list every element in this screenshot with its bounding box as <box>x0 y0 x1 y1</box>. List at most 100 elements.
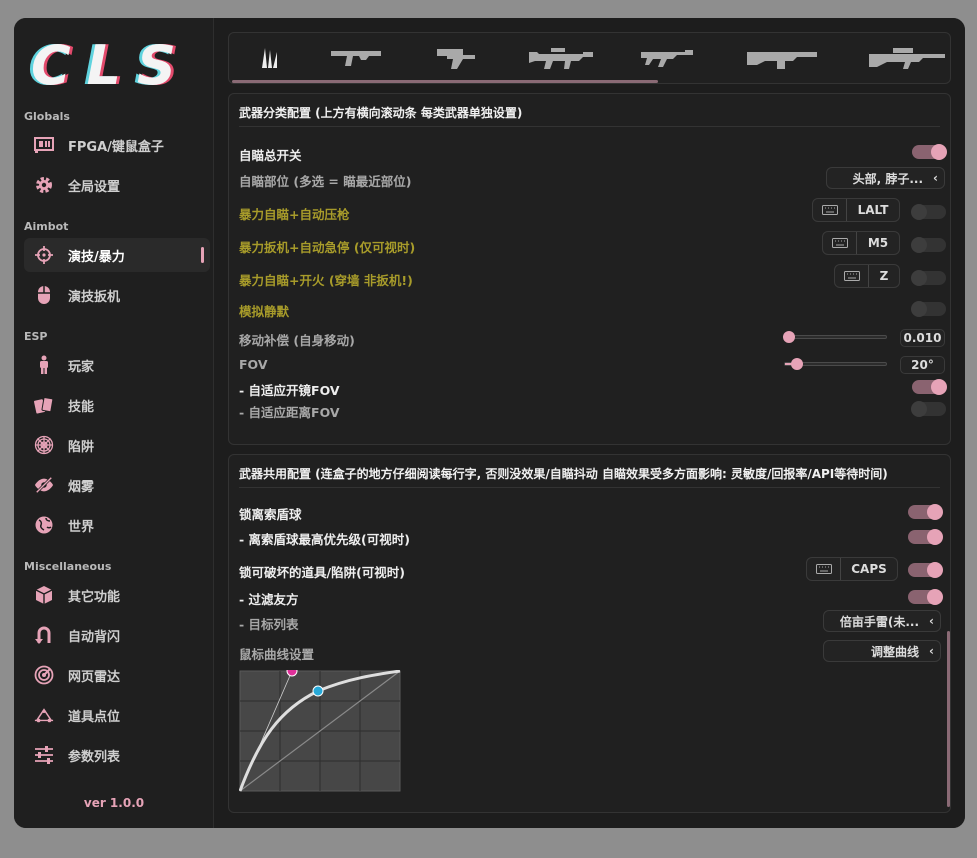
shield-priority-toggle[interactable] <box>908 529 943 545</box>
toggle-knob <box>931 379 947 395</box>
sidebar-item-rage-aim[interactable]: 演技/暴力 <box>24 238 210 272</box>
panel-title: 武器分类配置 (上方有横向滚动条 每类武器单独设置) <box>239 106 523 120</box>
mouse-curve-editor[interactable] <box>239 670 401 792</box>
shared-config-panel: 武器共用配置 (连盒子的地方仔细阅读每行字, 否则没效果/自瞄抖动 自瞄效果受多… <box>228 454 951 813</box>
move-comp-label: 移动补偿 (自身移动) <box>239 333 355 348</box>
adaptive-scope-toggle[interactable] <box>912 379 947 395</box>
sidebar-item-label: 道具点位 <box>68 709 121 725</box>
aim-master-toggle[interactable] <box>912 144 947 160</box>
person-icon <box>34 355 54 375</box>
slider-thumb[interactable] <box>783 331 795 343</box>
spiderweb-icon <box>34 435 54 455</box>
globe-icon <box>34 515 54 535</box>
adaptive-scope-label: - 自适应开镜FOV <box>239 383 340 398</box>
sidebar-item-web-radar[interactable]: 网页雷达 <box>24 658 210 692</box>
sidebar-item-label: 技能 <box>68 399 95 415</box>
sidebar-item-world[interactable]: 世界 <box>24 508 210 542</box>
version-label: ver 1.0.0 <box>83 796 145 810</box>
rage-fire-keybind[interactable]: Z <box>834 264 900 288</box>
eye-slash-icon <box>34 475 54 495</box>
rage-trigger-toggle[interactable] <box>911 237 946 253</box>
keyboard-icon <box>807 558 841 580</box>
rage-fire-toggle[interactable] <box>911 270 946 286</box>
target-list-select[interactable]: 倍亩手雷(未... ‹ <box>823 610 941 632</box>
curve-control-point[interactable] <box>286 670 298 677</box>
sidebar-item-other[interactable]: 其它功能 <box>24 578 210 612</box>
knife-icon[interactable] <box>249 45 289 71</box>
aim-bone-select[interactable]: 头部, 脖子... ‹ <box>826 167 945 189</box>
sidebar-item-global-settings[interactable]: 全局设置 <box>24 168 210 202</box>
fpga-card-icon <box>34 135 54 155</box>
main-content: 武器分类配置 (上方有横向滚动条 每类武器单独设置) 自瞄总开关 自瞄部位 (多… <box>215 18 965 828</box>
toggle-knob <box>927 589 943 605</box>
vertical-scrollbar[interactable] <box>947 631 950 807</box>
section-title-globals: Globals <box>24 110 70 123</box>
section-title-aimbot: Aimbot <box>24 220 69 233</box>
rage-fire-label: 暴力自瞄+开火 (穿墙 非扳机!) <box>239 273 413 288</box>
pistol-icon[interactable] <box>329 45 385 71</box>
smg-icon[interactable] <box>527 45 595 71</box>
keyboard-icon <box>835 265 869 287</box>
target-list-label: - 目标列表 <box>239 617 299 632</box>
filter-team-toggle[interactable] <box>908 589 943 605</box>
rage-aim-keybind[interactable]: LALT <box>812 198 900 222</box>
rifle-icon[interactable] <box>639 45 695 71</box>
sidebar-item-smoke[interactable]: 烟雾 <box>24 468 210 502</box>
crosshair-icon <box>34 245 54 265</box>
aim-bone-label: 自瞄部位 (多选 = 瞄最近部位) <box>239 174 412 189</box>
sidebar-item-traps[interactable]: 陷阱 <box>24 428 210 462</box>
adaptive-distance-label: - 自适应距离FOV <box>239 405 340 420</box>
toggle-knob <box>927 529 943 545</box>
lock-shield-toggle[interactable] <box>908 504 943 520</box>
rage-trigger-label: 暴力扳机+自动急停 (仅可视时) <box>239 240 416 255</box>
rage-trigger-keybind[interactable]: M5 <box>822 231 900 255</box>
app-window: CLS CLS CLS Globals FPGA/键鼠盒子 全局设置 Aimbo… <box>14 18 965 828</box>
shotgun-icon[interactable] <box>745 45 819 71</box>
sidebar-item-skills[interactable]: 技能 <box>24 388 210 422</box>
radar-icon <box>34 665 54 685</box>
panel-title: 武器共用配置 (连盒子的地方仔细阅读每行字, 否则没效果/自瞄抖动 自瞄效果受多… <box>239 467 888 481</box>
divider <box>239 487 940 488</box>
sidebar-item-auto-turn[interactable]: 自动背闪 <box>24 618 210 652</box>
toggle-knob <box>911 237 927 253</box>
keyboard-icon <box>823 232 857 254</box>
sidebar-item-prop-points[interactable]: 道具点位 <box>24 698 210 732</box>
silent-toggle[interactable] <box>911 301 946 317</box>
weapon-category-panel: 武器分类配置 (上方有横向滚动条 每类武器单独设置) 自瞄总开关 自瞄部位 (多… <box>228 93 951 445</box>
sidebar-item-fpga[interactable]: FPGA/键鼠盒子 <box>24 128 210 162</box>
sidebar-item-label: 演技/暴力 <box>68 249 125 265</box>
toggle-knob <box>927 562 943 578</box>
move-comp-slider[interactable] <box>783 331 887 343</box>
sliders-icon <box>34 745 54 765</box>
map-point-icon <box>34 705 54 725</box>
sidebar-item-label: 网页雷达 <box>68 669 121 685</box>
rage-aim-toggle[interactable] <box>911 204 946 220</box>
toggle-knob <box>911 270 927 286</box>
sidebar-item-trigger[interactable]: 演技扳机 <box>24 278 210 312</box>
filter-team-label: - 过滤友方 <box>239 592 299 607</box>
sidebar-item-players[interactable]: 玩家 <box>24 348 210 382</box>
sidebar-item-label: FPGA/键鼠盒子 <box>68 139 164 155</box>
curve-point[interactable] <box>312 685 324 697</box>
revolver-icon[interactable] <box>435 45 477 71</box>
fov-slider[interactable] <box>784 358 887 370</box>
sniper-icon[interactable] <box>867 45 947 71</box>
keyboard-icon <box>813 199 847 221</box>
weapon-category-bar[interactable] <box>228 32 951 84</box>
lock-props-keybind[interactable]: CAPS <box>806 557 898 581</box>
slider-thumb[interactable] <box>791 358 803 370</box>
sidebar-item-label: 烟雾 <box>68 479 95 495</box>
shield-priority-label: - 离索盾球最高优先级(可视时) <box>239 532 410 547</box>
sidebar-item-param-list[interactable]: 参数列表 <box>24 738 210 772</box>
fov-value[interactable]: 20° <box>900 356 945 374</box>
horizontal-scrollbar[interactable] <box>232 80 658 83</box>
adjust-curve-button[interactable]: 调整曲线 ‹ <box>823 640 941 662</box>
move-comp-value[interactable]: 0.010 <box>900 329 945 347</box>
adaptive-distance-toggle[interactable] <box>911 401 946 417</box>
fov-label: FOV <box>239 357 268 372</box>
rage-aim-label: 暴力自瞄+自动压枪 <box>239 207 350 222</box>
lock-props-toggle[interactable] <box>908 562 943 578</box>
sidebar-item-label: 自动背闪 <box>68 629 121 645</box>
chevron-left-icon: ‹ <box>933 171 938 185</box>
divider <box>239 126 940 127</box>
